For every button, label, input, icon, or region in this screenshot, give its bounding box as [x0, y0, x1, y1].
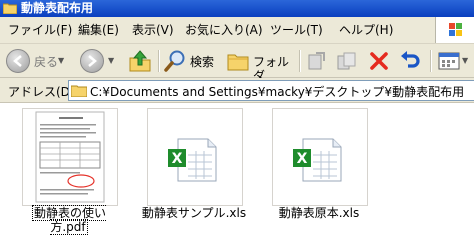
title-bar[interactable]: 動静表配布用 [0, 0, 474, 17]
undo-button[interactable] [397, 48, 423, 73]
undo-icon [401, 51, 420, 68]
menu-file[interactable]: ファイル(F) [8, 23, 72, 37]
search-button[interactable]: 検索 [163, 48, 223, 73]
address-path: C:¥Documents and Settings¥macky¥デスクトップ¥動… [90, 85, 465, 99]
menu-favorites[interactable]: お気に入り(A) [185, 23, 263, 37]
file-thumbnail-pdf[interactable] [22, 108, 118, 206]
file-thumbnail-xls-sample[interactable]: X [147, 108, 243, 206]
file-name-label: 動静表の使い方.pdf [31, 205, 106, 235]
views-button[interactable]: ▼ [436, 48, 472, 73]
pdf-document-preview-icon [35, 111, 105, 203]
file-name-xls-master[interactable]: 動静表原本.xls [264, 206, 374, 220]
search-icon [164, 50, 185, 72]
back-button[interactable]: 戻る ▼ [4, 48, 64, 73]
toolbar: 戻る ▼ ▼ 検索 フォルダ ▼ [0, 44, 474, 83]
up-button[interactable] [126, 48, 154, 73]
menu-bar: ファイル(F) 編集(E) 表示(V) お気に入り(A) ツール(T) ヘルプ(… [0, 17, 474, 44]
forward-arrow-icon [80, 49, 104, 73]
menu-view[interactable]: 表示(V) [132, 23, 174, 37]
delete-button[interactable] [367, 48, 391, 73]
address-field[interactable]: C:¥Documents and Settings¥macky¥デスクトップ¥動… [68, 80, 474, 101]
folder-icon [71, 85, 87, 97]
back-arrow-icon [6, 49, 30, 73]
file-thumbnail-xls-master[interactable]: X [272, 108, 368, 206]
menu-tools[interactable]: ツール(T) [270, 23, 323, 37]
windows-logo [435, 17, 474, 43]
menu-edit[interactable]: 編集(E) [78, 23, 119, 37]
folders-button[interactable]: フォルダ [224, 48, 294, 83]
file-name-xls-sample[interactable]: 動静表サンプル.xls [139, 206, 249, 220]
address-bar: アドレス(D) C:¥Documents and Settings¥macky¥… [0, 78, 474, 103]
forward-button[interactable]: ▼ [78, 48, 120, 73]
copy-to-icon [337, 52, 356, 70]
svg-text:X: X [297, 151, 308, 167]
copy-to-button[interactable] [335, 48, 359, 73]
folder-icon [3, 3, 17, 14]
window-title: 動静表配布用 [21, 1, 94, 15]
views-icon [438, 52, 460, 70]
svg-text:X: X [172, 151, 183, 167]
chevron-down-icon[interactable]: ▼ [108, 56, 114, 65]
back-label: 戻る [34, 55, 59, 69]
file-name-label: 動静表原本.xls [278, 206, 360, 220]
file-name-label: 動静表サンプル.xls [141, 206, 247, 220]
search-label: 検索 [190, 55, 215, 69]
menu-help[interactable]: ヘルプ(H) [339, 23, 393, 37]
move-to-icon [308, 52, 325, 70]
folders-icon [227, 54, 249, 71]
chevron-down-icon[interactable]: ▼ [58, 56, 64, 65]
move-to-button[interactable] [305, 48, 329, 73]
address-label: アドレス(D) [8, 85, 75, 99]
up-folder-icon [129, 50, 151, 72]
delete-icon [370, 52, 388, 70]
file-name-pdf[interactable]: 動静表の使い方.pdf [14, 205, 124, 235]
file-list-pane[interactable]: 動静表の使い方.pdf X 動静表サンプル.xls X 動静表原本.xls [0, 103, 474, 249]
chevron-down-icon[interactable]: ▼ [462, 56, 468, 65]
excel-file-icon: X [168, 138, 217, 182]
excel-file-icon: X [293, 138, 342, 182]
